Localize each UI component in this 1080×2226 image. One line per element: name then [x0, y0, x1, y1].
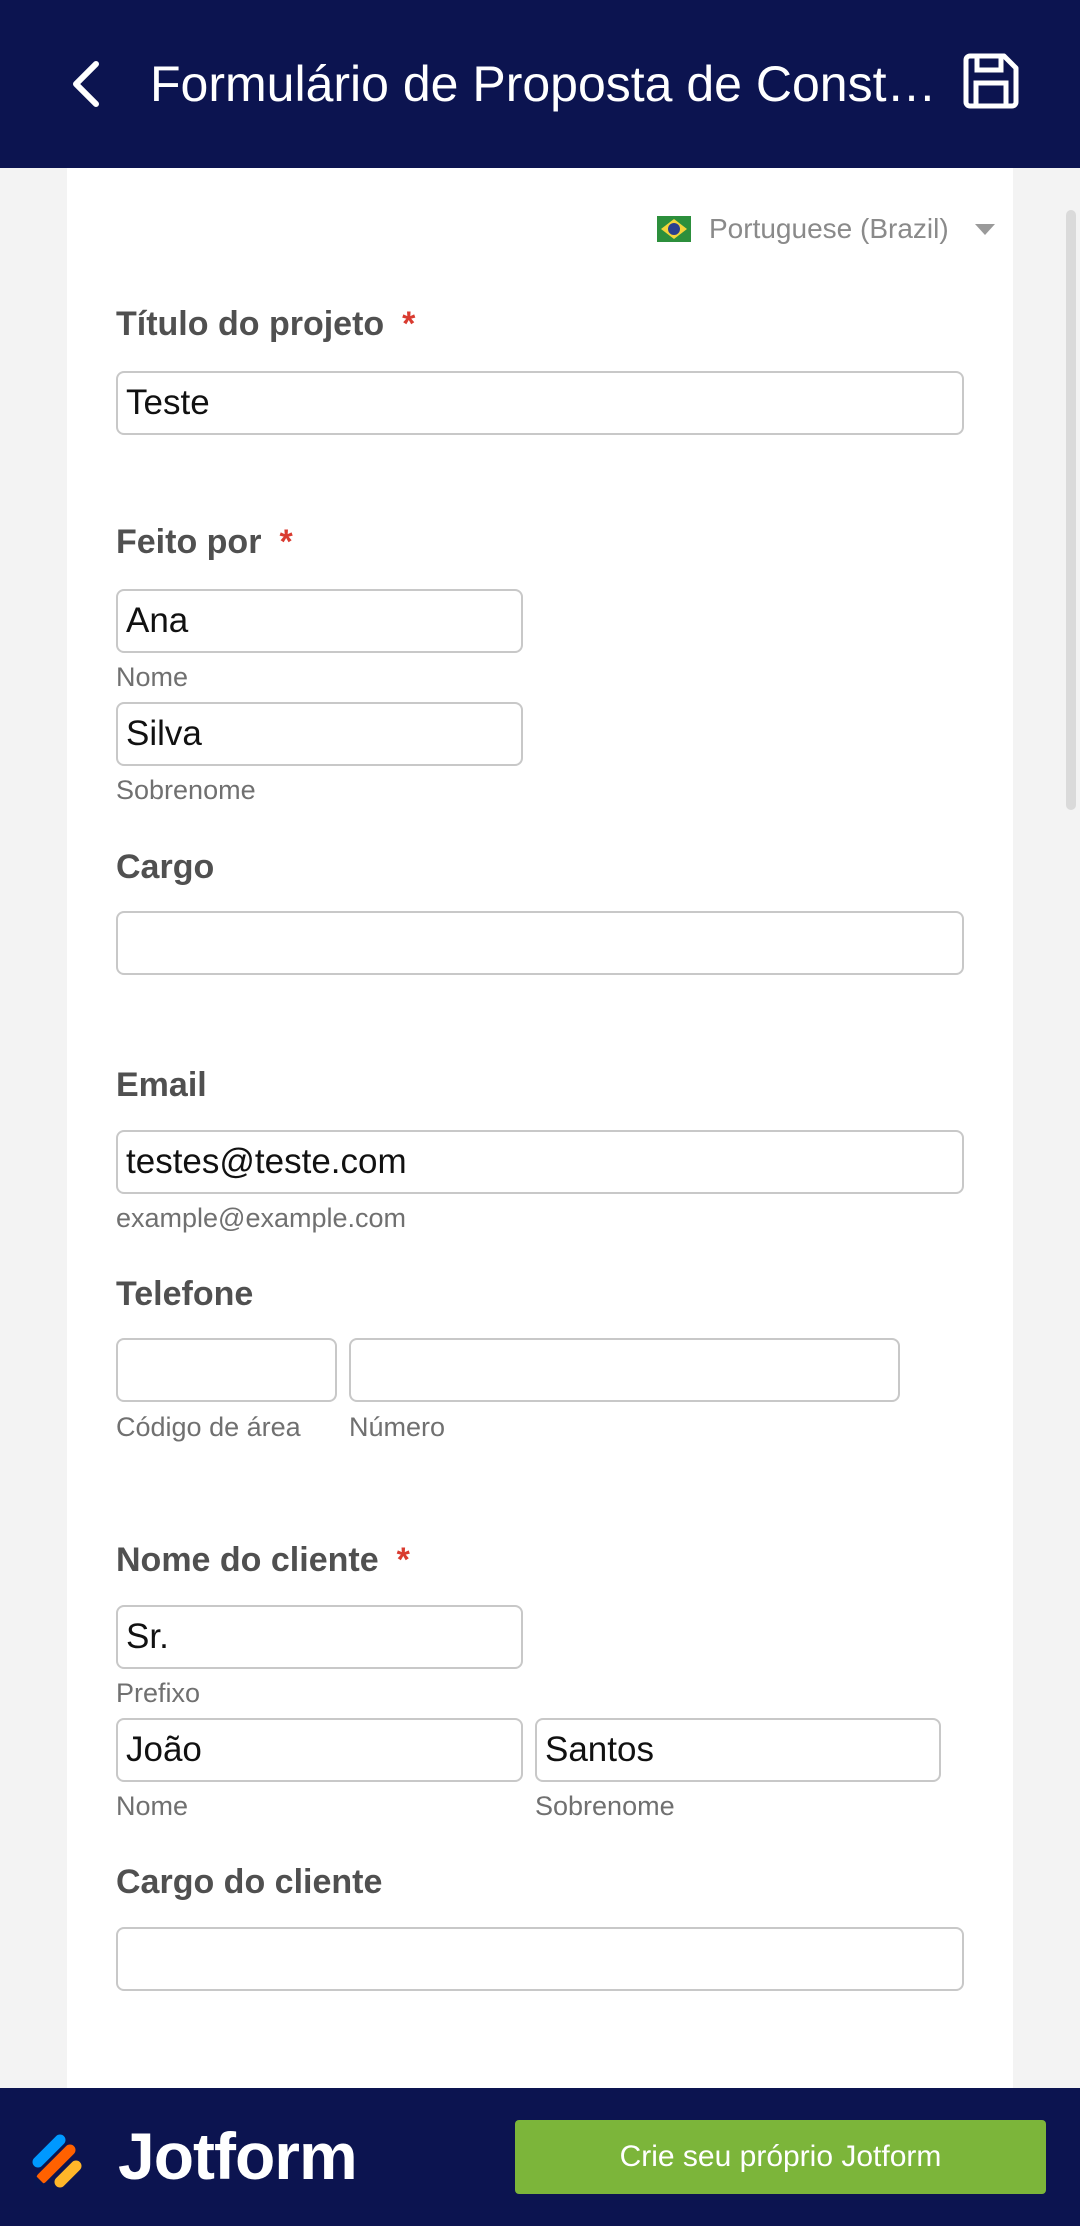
role-label: Cargo	[116, 848, 215, 886]
made-by-first-name-input[interactable]	[116, 589, 523, 653]
save-icon[interactable]	[962, 52, 1020, 110]
caret-down-icon	[974, 223, 995, 235]
client-prefix-sublabel: Prefixo	[116, 1678, 201, 1708]
required-mark: *	[402, 305, 416, 343]
email-input[interactable]	[116, 1130, 964, 1194]
language-label: Portuguese (Brazil)	[709, 213, 949, 244]
phone-area-code-sublabel: Código de área	[116, 1412, 301, 1442]
footer-bar: Jotform Crie seu próprio Jotform	[0, 2088, 1080, 2226]
project-title-label: Título do projeto *	[116, 305, 416, 343]
client-role-input[interactable]	[116, 1927, 964, 1991]
made-by-last-name-input[interactable]	[116, 702, 523, 766]
client-last-name-sublabel: Sobrenome	[535, 1791, 675, 1821]
required-mark: *	[396, 1541, 410, 1579]
client-first-name-input[interactable]	[116, 1718, 523, 1782]
language-selector[interactable]: Portuguese (Brazil)	[657, 212, 995, 246]
scrollbar[interactable]	[1066, 210, 1076, 810]
phone-label: Telefone	[116, 1275, 254, 1313]
app-header: Formulário de Proposta de Constr...	[0, 0, 1080, 168]
client-last-name-input[interactable]	[535, 1718, 941, 1782]
phone-area-code-input[interactable]	[116, 1338, 337, 1402]
client-first-name-sublabel: Nome	[116, 1791, 189, 1821]
back-icon[interactable]	[62, 52, 118, 116]
phone-number-input[interactable]	[349, 1338, 900, 1402]
role-input[interactable]	[116, 911, 964, 975]
made-by-label: Feito por *	[116, 523, 293, 561]
brazil-flag-icon	[657, 216, 691, 242]
client-prefix-input[interactable]	[116, 1605, 523, 1669]
required-mark: *	[279, 523, 293, 561]
client-name-label: Nome do cliente *	[116, 1541, 410, 1579]
client-role-label: Cargo do cliente	[116, 1863, 383, 1901]
email-sublabel: example@example.com	[116, 1203, 407, 1233]
phone-number-sublabel: Número	[349, 1412, 446, 1442]
create-jotform-button[interactable]: Crie seu próprio Jotform	[515, 2120, 1046, 2194]
page-title: Formulário de Proposta de Constr...	[150, 56, 940, 112]
jotform-logo-icon	[30, 2128, 94, 2192]
email-label: Email	[116, 1066, 207, 1104]
jotform-logo-text: Jotform	[118, 2119, 358, 2193]
made-by-last-name-sublabel: Sobrenome	[116, 775, 256, 805]
made-by-first-name-sublabel: Nome	[116, 662, 189, 692]
project-title-input[interactable]	[116, 371, 964, 435]
